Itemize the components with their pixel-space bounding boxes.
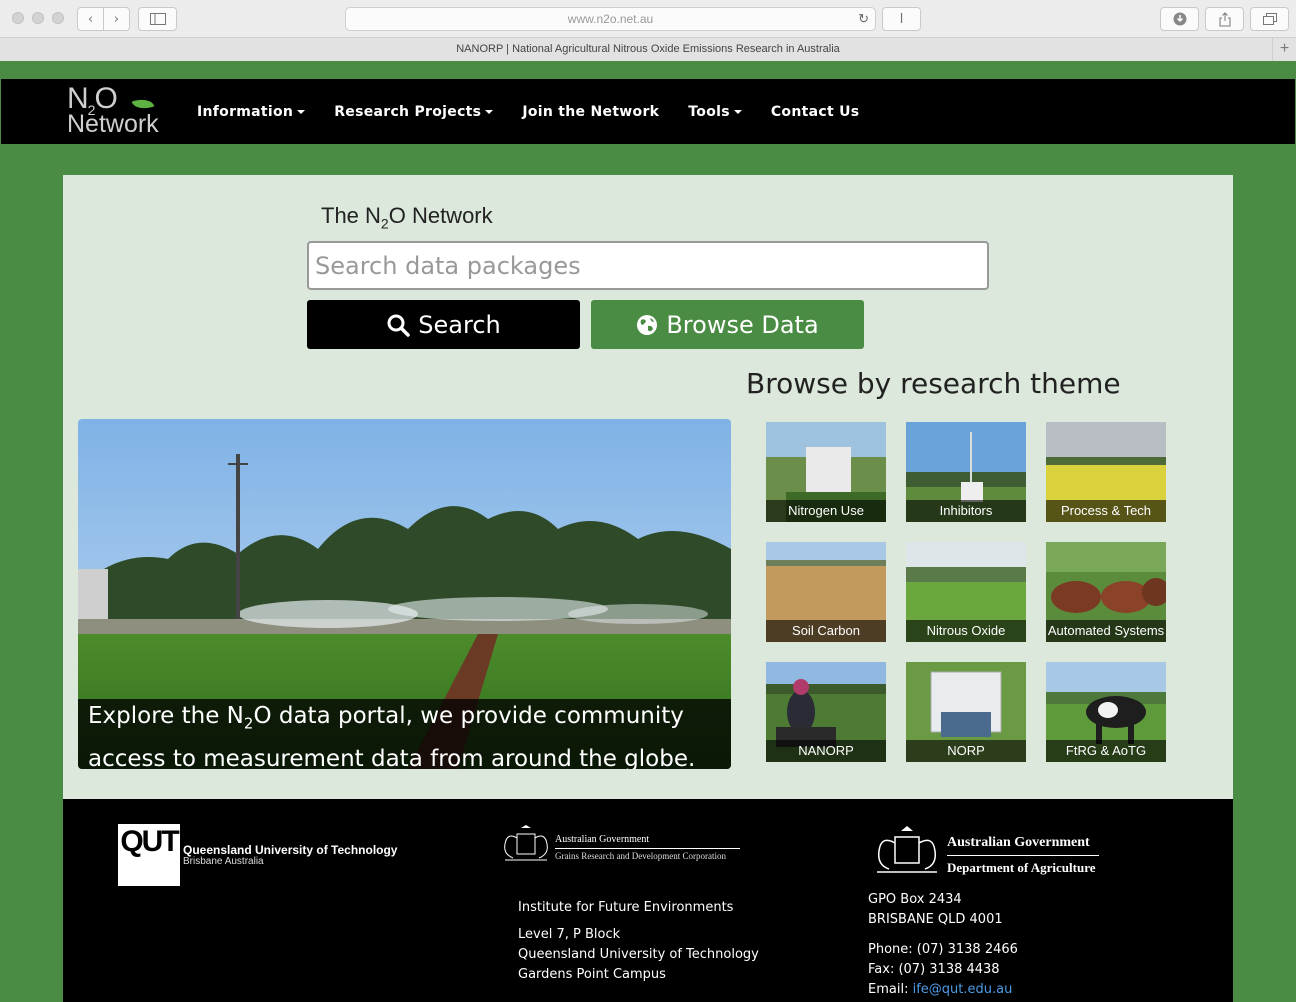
window-close-button[interactable] xyxy=(12,12,24,24)
theme-tile-process-tech[interactable]: Process & Tech xyxy=(1046,422,1166,522)
sidebar-toggle-button[interactable] xyxy=(138,7,177,31)
phone: Phone: (07) 3138 2466 xyxy=(868,942,1018,957)
tabs-icon xyxy=(1262,13,1277,25)
theme-tile-norp[interactable]: NORP xyxy=(906,662,1026,762)
browser-chrome: ‹ › www.n2o.net.au ↻ I NANORP | National… xyxy=(0,0,1296,61)
chevron-right-icon: › xyxy=(113,11,120,27)
tab-title: NANORP | National Agricultural Nitrous O… xyxy=(456,43,840,55)
text-cursor-icon: I xyxy=(899,11,904,27)
sidebar-icon xyxy=(149,13,166,25)
window-zoom-button[interactable] xyxy=(52,12,64,24)
url-text: www.n2o.net.au xyxy=(567,12,654,26)
back-button[interactable]: ‹ xyxy=(77,7,104,31)
caret-down-icon xyxy=(485,109,494,114)
po-box: GPO Box 2434 xyxy=(868,892,962,907)
site-footer: QUT Queensland University of Technology … xyxy=(63,799,1233,1002)
divider xyxy=(947,855,1099,856)
main-panel: The N2O Network Search Browse Data Brows… xyxy=(63,175,1233,799)
theme-tile-automated-systems[interactable]: Automated Systems xyxy=(1046,542,1166,642)
email-link[interactable]: ife@qut.edu.au xyxy=(913,982,1013,997)
n2o-network-logo[interactable]: N2O Network xyxy=(67,84,167,140)
share-button[interactable] xyxy=(1205,7,1244,31)
theme-tile-inhibitors[interactable]: Inhibitors xyxy=(906,422,1026,522)
page-title: The N2O Network xyxy=(321,203,493,232)
theme-tile-ftrg-aotg[interactable]: FtRG & AoTG xyxy=(1046,662,1166,762)
browser-tab[interactable]: NANORP | National Agricultural Nitrous O… xyxy=(0,37,1296,61)
theme-tile-nanorp[interactable]: NANORP xyxy=(766,662,886,762)
fax: Fax: (07) 3138 4438 xyxy=(868,962,1000,977)
forward-button[interactable]: › xyxy=(103,7,130,31)
coat-of-arms-icon xyxy=(877,826,937,873)
downloads-button[interactable] xyxy=(1160,7,1199,31)
nav-research-projects[interactable]: Research Projects xyxy=(334,104,494,120)
new-tab-button[interactable]: + xyxy=(1272,38,1296,61)
nav-join-the-network[interactable]: Join the Network xyxy=(522,104,659,120)
globe-icon xyxy=(637,314,658,335)
browse-data-button[interactable]: Browse Data xyxy=(591,300,864,349)
reload-icon[interactable]: ↻ xyxy=(858,8,869,30)
nav-tools[interactable]: Tools xyxy=(688,104,742,120)
agriculture-department-name: Department of Agriculture xyxy=(947,860,1096,875)
city: BRISBANE QLD 4001 xyxy=(868,912,1003,927)
address-line: Gardens Point Campus xyxy=(518,967,666,982)
caret-down-icon xyxy=(297,109,306,114)
address-line: Level 7, P Block xyxy=(518,927,621,942)
grdc-name: Grains Research and Development Corporat… xyxy=(555,851,726,861)
email-row: Email: ife@qut.edu.au xyxy=(868,982,1013,997)
theme-heading: Browse by research theme xyxy=(746,367,1121,400)
reader-button[interactable]: I xyxy=(882,7,921,31)
download-icon xyxy=(1173,12,1186,26)
theme-tile-soil-carbon[interactable]: Soil Carbon xyxy=(766,542,886,642)
agriculture-government-label: Australian Government xyxy=(947,835,1090,850)
qut-logo[interactable]: QUT xyxy=(118,824,180,886)
nav-contact-us[interactable]: Contact Us xyxy=(771,104,860,120)
hero-image[interactable]: Explore the N2O data portal, we provide … xyxy=(78,419,731,769)
theme-tile-nitrous-oxide[interactable]: Nitrous Oxide xyxy=(906,542,1026,642)
address-bar[interactable]: www.n2o.net.au ↻ xyxy=(345,7,876,31)
tabs-overview-button[interactable] xyxy=(1250,7,1289,31)
share-icon xyxy=(1219,11,1230,26)
coat-of-arms-icon xyxy=(504,825,548,861)
institute-name: Institute for Future Environments xyxy=(518,900,734,915)
window-minimize-button[interactable] xyxy=(32,12,44,24)
search-input[interactable] xyxy=(307,241,989,290)
nav-information[interactable]: Information xyxy=(197,104,306,120)
theme-tile-nitrogen-use[interactable]: Nitrogen Use xyxy=(766,422,886,522)
main-menu: Information Research Projects Join the N… xyxy=(197,79,888,144)
search-icon xyxy=(387,314,411,337)
caret-down-icon xyxy=(733,109,742,114)
site-navbar: N2O Network Information Research Project… xyxy=(1,79,1295,144)
address-line: Queensland University of Technology xyxy=(518,947,759,962)
qut-location: Brisbane Australia xyxy=(183,856,264,867)
divider xyxy=(555,848,740,849)
grdc-government-label: Australian Government xyxy=(555,834,650,845)
chevron-left-icon: ‹ xyxy=(87,11,94,27)
hero-caption: Explore the N2O data portal, we provide … xyxy=(78,699,731,769)
qut-name: Queensland University of Technology xyxy=(183,843,398,857)
search-button[interactable]: Search xyxy=(307,300,580,349)
